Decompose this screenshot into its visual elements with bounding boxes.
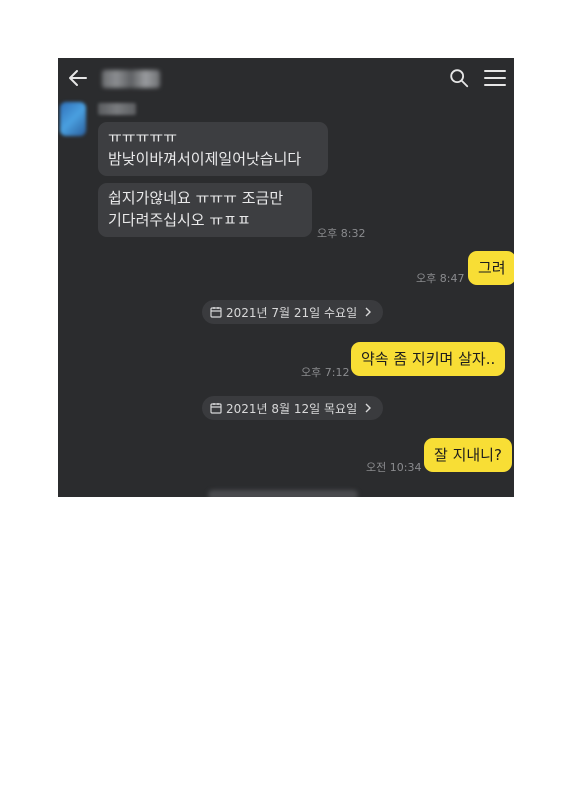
date-divider[interactable]: 2021년 8월 12일 목요일 <box>202 396 384 420</box>
back-arrow-icon[interactable] <box>66 66 90 90</box>
received-message-bubble[interactable]: ㅠㅠㅠㅠㅠ 밤낮이바껴서이제일어낫습니다 <box>98 122 328 176</box>
sent-message-bubble[interactable]: 그려 <box>468 251 514 285</box>
date-label: 2021년 8월 12일 목요일 <box>226 401 358 416</box>
message-time: 오전 10:34 <box>366 461 422 474</box>
message-time: 오후 8:47 <box>416 272 465 285</box>
calendar-icon <box>210 403 222 414</box>
date-divider-faded <box>208 490 358 497</box>
sent-message-bubble[interactable]: 약속 좀 지키며 살자.. <box>351 342 506 376</box>
contact-name-redacted <box>102 70 160 88</box>
date-label: 2021년 7월 21일 수요일 <box>226 305 358 320</box>
message-time: 오후 7:12 <box>301 366 350 379</box>
message-time: 오후 8:32 <box>317 227 366 240</box>
calendar-icon <box>210 307 222 318</box>
chat-screen: ㅠㅠㅠㅠㅠ 밤낮이바껴서이제일어낫습니다 쉽지가않네요 ㅠㅠㅠ 조금만 기다려주… <box>58 58 514 497</box>
avatar[interactable] <box>60 102 86 136</box>
chat-header <box>58 58 514 100</box>
sent-message-bubble[interactable]: 잘 지내니? <box>424 438 512 472</box>
chevron-right-icon <box>365 403 372 413</box>
hamburger-menu-icon[interactable] <box>484 68 506 88</box>
received-message-bubble[interactable]: 쉽지가않네요 ㅠㅠㅠ 조금만 기다려주십시오 ㅠㅍㅍ <box>98 183 312 237</box>
search-icon[interactable] <box>448 67 470 89</box>
sender-name-redacted <box>98 103 136 115</box>
chevron-right-icon <box>365 307 372 317</box>
date-divider[interactable]: 2021년 7월 21일 수요일 <box>202 300 384 324</box>
